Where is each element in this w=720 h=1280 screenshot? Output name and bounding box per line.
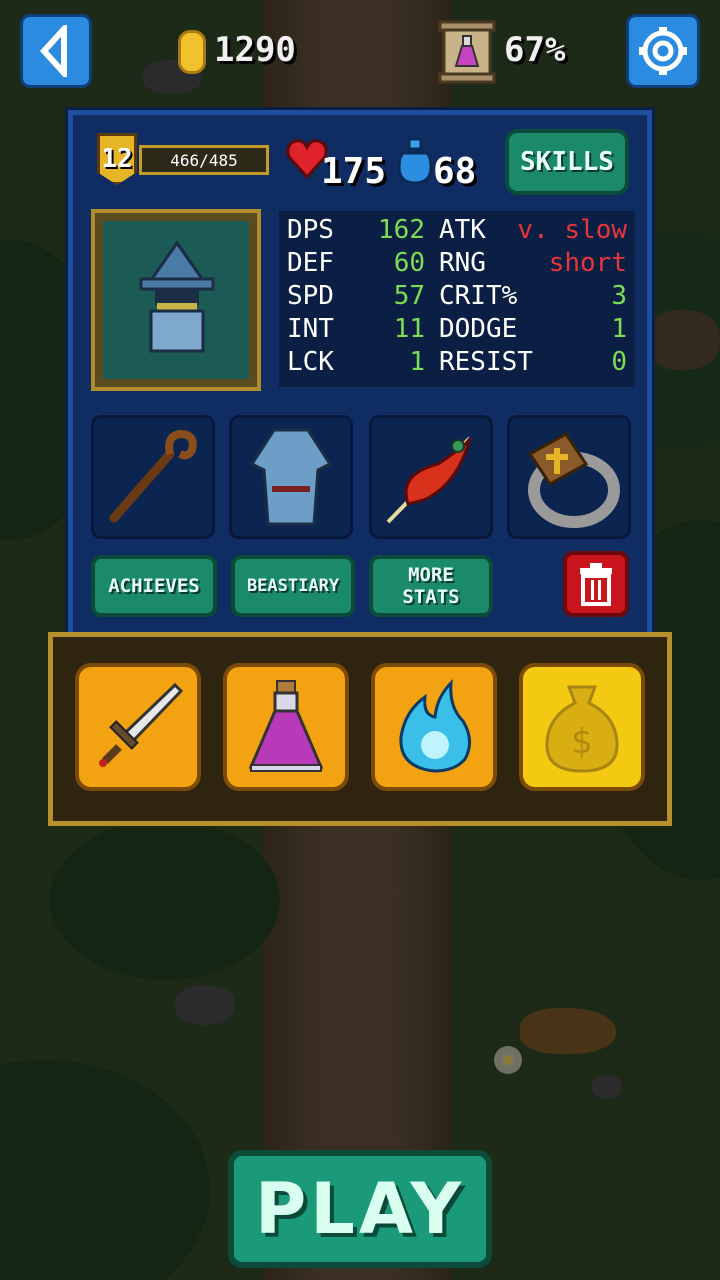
mana-potion-icon [397, 137, 433, 185]
trash-icon [580, 563, 612, 606]
settings-button[interactable] [626, 14, 700, 88]
rock [592, 1075, 622, 1099]
coin-count: 1290 [214, 30, 296, 70]
quick-item-bar: $ [48, 632, 672, 826]
stat-label: RESIST [439, 347, 533, 377]
blue-flame-icon [399, 679, 471, 773]
stat-value: short [548, 248, 627, 278]
shield-ring-icon [527, 432, 620, 528]
equip-slot-weapon[interactable] [91, 415, 215, 539]
stat-label: DODGE [439, 314, 518, 344]
play-button[interactable]: PLAY [228, 1150, 492, 1268]
level-badge: 12 [97, 133, 137, 185]
stat-row-def: DEF 60 RNG short [279, 248, 635, 281]
phoenix-feather-icon [386, 436, 472, 524]
stat-value: 162 [378, 215, 425, 245]
tree [50, 820, 280, 980]
stat-value: 0 [611, 347, 627, 377]
rock [175, 985, 235, 1025]
stat-label: DEF [287, 248, 334, 278]
xp-bar: 466/485 [139, 145, 269, 175]
character-portrait [91, 209, 261, 391]
stat-row-lck: LCK 1 RESIST 0 [279, 347, 635, 380]
delete-character-button[interactable] [563, 551, 629, 617]
wizard-portrait-icon [139, 240, 215, 353]
stat-value: 1 [611, 314, 627, 344]
potion-icon [248, 680, 324, 772]
stat-value: 57 [393, 281, 425, 311]
item-slot-weapon[interactable] [75, 663, 201, 791]
settings-gear-icon [639, 27, 687, 75]
stat-value: 11 [393, 314, 425, 344]
svg-text:$: $ [571, 722, 593, 762]
skills-button[interactable]: SKILLS [505, 129, 629, 195]
stat-row-int: INT 11 DODGE 1 [279, 314, 635, 347]
stat-value: 60 [393, 248, 425, 278]
stat-label: DPS [287, 215, 334, 245]
stat-label: INT [287, 314, 334, 344]
equip-slot-charm[interactable] [369, 415, 493, 539]
item-slot-loot[interactable]: $ [519, 663, 645, 791]
achieves-button[interactable]: ACHIEVES [91, 555, 217, 617]
more-stats-button[interactable]: MORE STATS [369, 555, 493, 617]
more-stats-line2: STATS [402, 586, 460, 608]
mana-value: 68 [433, 151, 477, 192]
flower [494, 1046, 522, 1074]
back-arrow-icon [39, 25, 67, 77]
money-bag-icon: $ [545, 685, 619, 773]
staff-icon [109, 429, 197, 523]
character-panel: 12 466/485 175 68 SKILLS DPS 162 ATK v. … [68, 110, 652, 640]
stat-label: SPD [287, 281, 334, 311]
equip-slot-armor[interactable] [229, 415, 353, 539]
robe-icon [249, 428, 333, 526]
stats-table: DPS 162 ATK v. slow DEF 60 RNG short SPD… [279, 211, 635, 387]
stat-label: RNG [439, 248, 486, 278]
critter-sprite [520, 1008, 616, 1054]
sword-icon [99, 682, 184, 767]
stat-label: CRIT% [439, 281, 518, 311]
stat-row-spd: SPD 57 CRIT% 3 [279, 281, 635, 314]
item-slot-spell[interactable] [371, 663, 497, 791]
more-stats-line1: MORE [408, 564, 454, 586]
back-button[interactable] [20, 14, 92, 88]
potion-scroll-icon [438, 20, 496, 84]
stat-row-dps: DPS 162 ATK v. slow [279, 215, 635, 248]
beastiary-button[interactable]: BEASTIARY [231, 555, 355, 617]
stat-value: 1 [409, 347, 425, 377]
stat-label: ATK [439, 215, 486, 245]
coin-icon [178, 30, 206, 74]
stat-value: 3 [611, 281, 627, 311]
stat-label: LCK [287, 347, 334, 377]
hp-value: 175 [321, 151, 387, 192]
stat-value: v. slow [517, 215, 627, 245]
equip-slot-ring[interactable] [507, 415, 631, 539]
tree [0, 1060, 210, 1280]
stump [645, 310, 720, 370]
item-slot-potion[interactable] [223, 663, 349, 791]
potion-percent: 67% [504, 30, 566, 70]
